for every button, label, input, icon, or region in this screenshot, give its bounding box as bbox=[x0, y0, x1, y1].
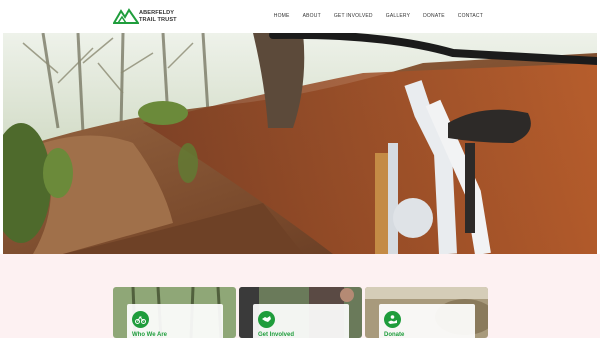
logo-line-2: TRAIL TRUST bbox=[139, 16, 177, 23]
bicycle-icon bbox=[132, 311, 149, 328]
card-title: Get Involved bbox=[258, 332, 295, 338]
nav-home[interactable]: HOME bbox=[274, 13, 290, 19]
nav-gallery[interactable]: GALLERY bbox=[386, 13, 410, 19]
handshake-icon bbox=[258, 311, 275, 328]
feature-section: Who We Are Get Involved Donate bbox=[0, 254, 600, 338]
main-nav: HOME ABOUT GET INVOLVED GALLERY DONATE C… bbox=[274, 13, 483, 19]
nav-about[interactable]: ABOUT bbox=[303, 13, 321, 19]
card-who-we-are[interactable]: Who We Are bbox=[113, 287, 236, 338]
card-donate[interactable]: Donate bbox=[365, 287, 488, 338]
logo-text: ABERFELDY TRAIL TRUST bbox=[139, 10, 177, 23]
mountain-logo-icon bbox=[113, 8, 139, 24]
nav-get-involved[interactable]: GET INVOLVED bbox=[334, 13, 373, 19]
card-title: Who We Are bbox=[132, 332, 168, 338]
hero-image bbox=[3, 33, 597, 254]
site-header: ABERFELDY TRAIL TRUST HOME ABOUT GET INV… bbox=[0, 0, 600, 33]
nav-contact[interactable]: CONTACT bbox=[458, 13, 483, 19]
donate-hand-icon bbox=[384, 311, 401, 328]
nav-donate[interactable]: DONATE bbox=[423, 13, 445, 19]
card-get-involved[interactable]: Get Involved bbox=[239, 287, 362, 338]
card-title: Donate bbox=[384, 332, 405, 338]
site-logo[interactable]: ABERFELDY TRAIL TRUST bbox=[113, 8, 177, 25]
logo-line-1: ABERFELDY bbox=[139, 10, 175, 16]
